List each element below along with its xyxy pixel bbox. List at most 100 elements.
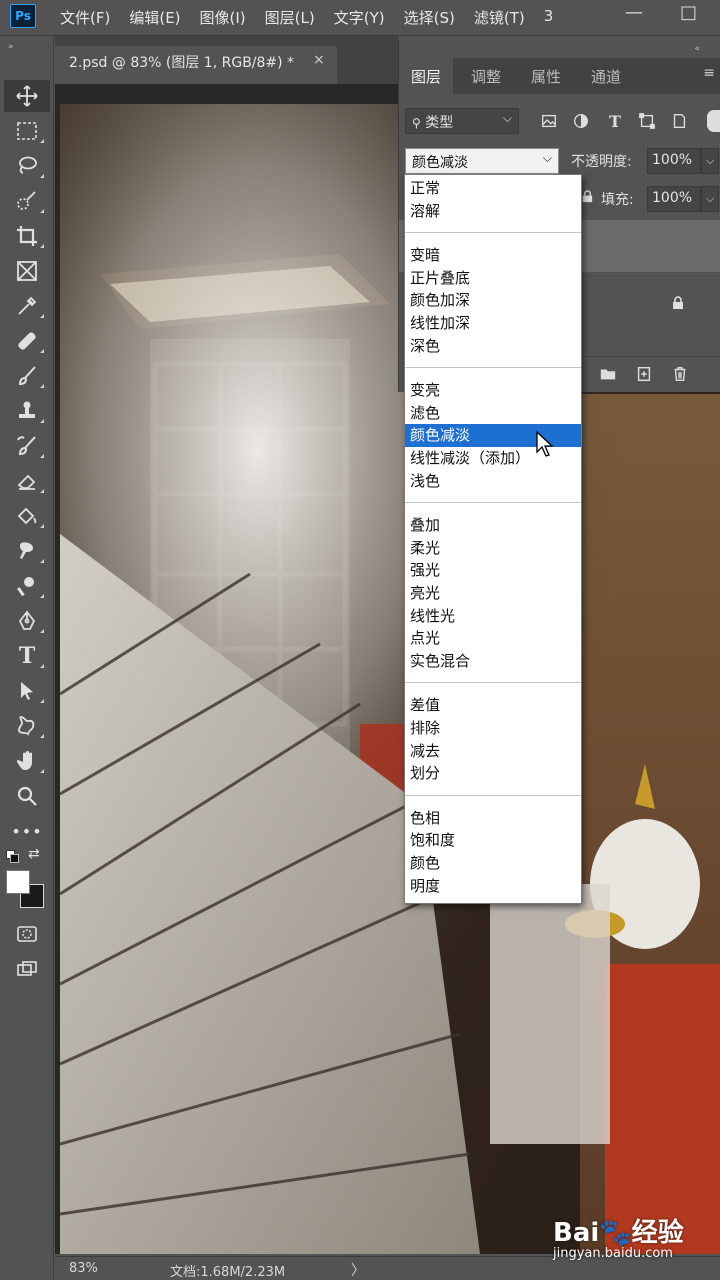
- minimize-button[interactable]: —: [625, 2, 643, 23]
- pen-tool[interactable]: [4, 605, 50, 637]
- lock-icon[interactable]: [581, 190, 594, 207]
- zoom-level[interactable]: 83%: [69, 1261, 98, 1276]
- path-select-tool[interactable]: [4, 675, 50, 707]
- panel-tabs: 图层 调整 属性 通道 ≡: [399, 58, 720, 94]
- blend-mode-option[interactable]: 色相: [405, 807, 581, 830]
- chevron-down-icon[interactable]: ⌵: [701, 148, 719, 174]
- blend-mode-option[interactable]: 点光: [405, 627, 581, 650]
- adjustment-filter-icon[interactable]: [571, 112, 591, 132]
- smudge-tool[interactable]: [4, 535, 50, 567]
- quick-select-tool[interactable]: [4, 185, 50, 217]
- blend-mode-option[interactable]: 变暗: [405, 244, 581, 267]
- blend-mode-option[interactable]: 滤色: [405, 402, 581, 425]
- blend-mode-option[interactable]: 明度: [405, 875, 581, 898]
- menu-image[interactable]: 图像(I): [200, 7, 246, 28]
- lasso-tool[interactable]: [4, 150, 50, 182]
- blend-mode-option[interactable]: 划分: [405, 762, 581, 785]
- blend-mode-option[interactable]: 浅色: [405, 470, 581, 493]
- tab-adjustments[interactable]: 调整: [459, 58, 513, 94]
- blend-mode-option[interactable]: 减去: [405, 740, 581, 763]
- dodge-icon: [17, 577, 34, 597]
- blend-mode-select[interactable]: 颜色减淡 ⌵: [405, 148, 559, 174]
- close-icon[interactable]: ×: [313, 52, 325, 68]
- smart-object-filter-icon[interactable]: [669, 112, 689, 132]
- menu-edit[interactable]: 编辑(E): [129, 7, 180, 28]
- clone-stamp-tool[interactable]: [4, 395, 50, 427]
- blend-mode-option[interactable]: 叠加: [405, 514, 581, 537]
- type-filter-icon[interactable]: T: [605, 112, 625, 132]
- blend-mode-option[interactable]: 溶解: [405, 200, 581, 223]
- color-swatch-icon[interactable]: [6, 870, 46, 910]
- blend-mode-option[interactable]: 差值: [405, 694, 581, 717]
- blend-mode-option[interactable]: 线性光: [405, 605, 581, 628]
- panel-collapse-icon[interactable]: «: [694, 44, 700, 54]
- move-tool[interactable]: [4, 80, 50, 112]
- custom-shape-tool[interactable]: [4, 710, 50, 742]
- blend-mode-option[interactable]: 深色: [405, 335, 581, 358]
- paint-bucket-tool[interactable]: [4, 500, 50, 532]
- blend-mode-option[interactable]: 饱和度: [405, 829, 581, 852]
- menu-3d[interactable]: 3: [544, 7, 554, 28]
- blend-mode-option[interactable]: 正片叠底: [405, 267, 581, 290]
- swap-colors-icon[interactable]: ⇄: [28, 846, 40, 862]
- menu-filter[interactable]: 滤镜(T): [474, 7, 525, 28]
- brush-tool[interactable]: [4, 360, 50, 392]
- new-layer-icon[interactable]: [635, 365, 655, 385]
- foreground-color-swatch[interactable]: [6, 870, 30, 894]
- blend-mode-option[interactable]: 颜色: [405, 852, 581, 875]
- tab-channels[interactable]: 通道: [579, 58, 633, 94]
- healing-brush-tool[interactable]: [4, 325, 50, 357]
- blend-mode-option[interactable]: 柔光: [405, 537, 581, 560]
- blend-mode-option[interactable]: 变亮: [405, 379, 581, 402]
- eyedropper-tool[interactable]: [4, 290, 50, 322]
- screen-mode-button[interactable]: [4, 953, 50, 985]
- eraser-tool[interactable]: [4, 465, 50, 497]
- layer-filter-value: 类型: [425, 115, 454, 131]
- tools-panel: » T ••• ⇄: [0, 36, 54, 1280]
- dropdown-separator: [405, 682, 581, 684]
- type-tool[interactable]: T: [4, 640, 50, 672]
- delete-layer-icon[interactable]: [671, 365, 691, 385]
- document-tab[interactable]: 2.psd @ 83% (图层 1, RGB/8#) * ×: [55, 46, 337, 84]
- lasso-icon: [19, 156, 37, 174]
- chevron-right-icon[interactable]: 〉: [351, 1260, 365, 1280]
- tab-properties[interactable]: 属性: [519, 58, 573, 94]
- blend-mode-option[interactable]: 实色混合: [405, 650, 581, 673]
- opacity-input[interactable]: 100%: [647, 148, 701, 174]
- blend-mode-option[interactable]: 线性加深: [405, 312, 581, 335]
- image-filter-icon[interactable]: [539, 112, 559, 132]
- history-brush-tool[interactable]: [4, 430, 50, 462]
- hand-tool[interactable]: [4, 745, 50, 777]
- chevron-down-icon[interactable]: ⌵: [701, 186, 719, 212]
- fill-input[interactable]: 100%: [647, 186, 701, 212]
- photoshop-logo: Ps: [10, 4, 36, 28]
- panel-menu-icon[interactable]: ≡: [703, 65, 715, 81]
- blend-mode-option[interactable]: 正常: [405, 177, 581, 200]
- crop-tool[interactable]: [4, 220, 50, 252]
- blend-mode-option[interactable]: 强光: [405, 559, 581, 582]
- menu-file[interactable]: 文件(F): [60, 7, 110, 28]
- shape-filter-icon[interactable]: [637, 112, 657, 132]
- quick-mask-button[interactable]: [4, 918, 50, 950]
- more-tools-button[interactable]: •••: [4, 815, 50, 847]
- blend-mode-dropdown: 正常 溶解 变暗 正片叠底 颜色加深 线性加深 深色 变亮 滤色 颜色减淡 线性减淡（添加） 浅色 叠加…: [404, 174, 582, 904]
- dodge-tool[interactable]: [4, 570, 50, 602]
- filter-toggle-icon[interactable]: [707, 110, 720, 132]
- marquee-tool[interactable]: [4, 115, 50, 147]
- more-tools-icon: •••: [11, 821, 43, 841]
- new-group-icon[interactable]: [599, 365, 619, 385]
- maximize-button[interactable]: □: [680, 2, 697, 23]
- layer-filter-select[interactable]: ⚲ 类型 ⌵: [405, 108, 519, 134]
- blend-mode-option[interactable]: 颜色加深: [405, 289, 581, 312]
- toolbar-collapse-icon[interactable]: »: [8, 42, 14, 52]
- blend-mode-option[interactable]: 亮光: [405, 582, 581, 605]
- menu-layer[interactable]: 图层(L): [265, 7, 315, 28]
- zoom-tool[interactable]: [4, 780, 50, 812]
- frame-tool[interactable]: [4, 255, 50, 287]
- blend-mode-option[interactable]: 排除: [405, 717, 581, 740]
- menu-type[interactable]: 文字(Y): [334, 7, 385, 28]
- dropdown-separator: [405, 232, 581, 234]
- tab-layers[interactable]: 图层: [399, 58, 454, 94]
- default-colors-icon[interactable]: [6, 850, 20, 864]
- menu-select[interactable]: 选择(S): [404, 7, 455, 28]
